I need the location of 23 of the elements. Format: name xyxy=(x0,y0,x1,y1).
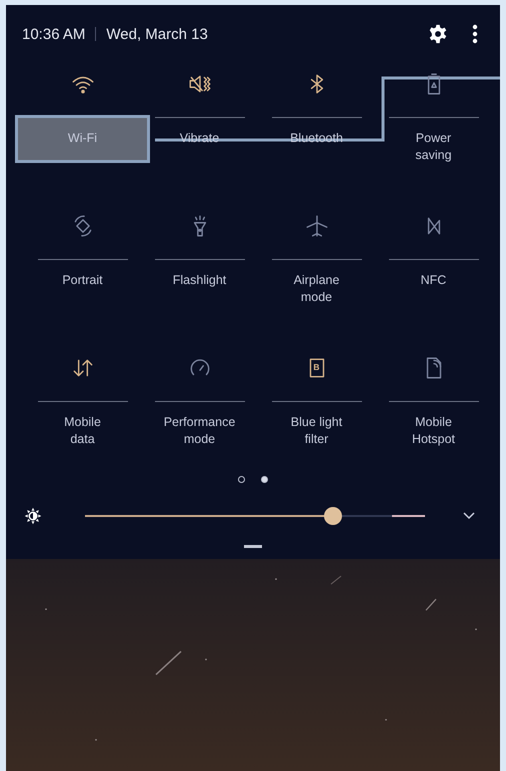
status-date: Wed, March 13 xyxy=(106,26,208,42)
status-time: 10:36 AM xyxy=(22,26,86,42)
tile-label: Vibrate xyxy=(178,130,220,147)
page-indicator-dot[interactable] xyxy=(261,476,268,483)
tile-label: NFC xyxy=(420,272,448,289)
more-icon[interactable] xyxy=(472,24,478,44)
tile-label: Flashlight xyxy=(172,272,228,289)
drag-handle[interactable] xyxy=(244,545,262,548)
page-indicator-dot[interactable] xyxy=(238,476,245,483)
brightness-icon xyxy=(24,507,42,525)
airplane-icon[interactable] xyxy=(304,213,330,239)
tile-label: Mobile Hotspot xyxy=(410,414,456,448)
chevron-down-icon[interactable] xyxy=(462,511,476,521)
tile-label: Bluetooth xyxy=(289,130,344,147)
tile-label: Blue light filter xyxy=(290,414,344,448)
highlighted-tile-label: Wi-Fi xyxy=(15,115,150,163)
tile-label: Portrait xyxy=(61,272,104,289)
tile-label: Mobile data xyxy=(63,414,102,448)
settings-icon[interactable] xyxy=(428,24,448,44)
tile-label: Performance mode xyxy=(164,414,236,448)
tile-label: Power saving xyxy=(414,130,453,164)
tile-label: Airplane mode xyxy=(292,272,340,306)
slider-thumb[interactable] xyxy=(324,507,342,525)
